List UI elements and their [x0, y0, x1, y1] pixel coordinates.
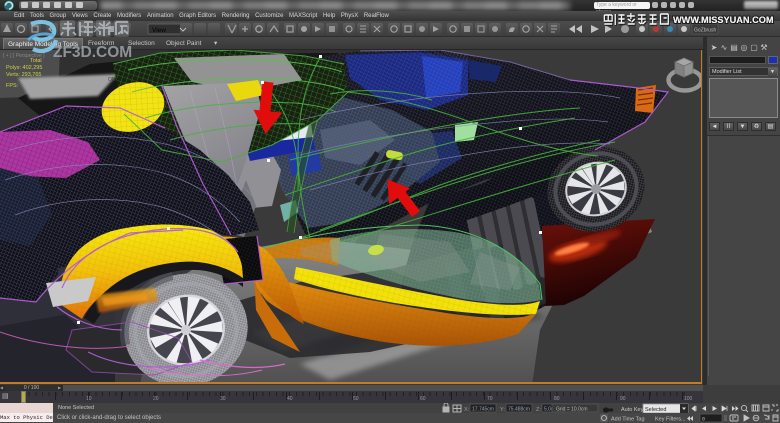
svg-text:Polys: 402,295: Polys: 402,295	[6, 65, 42, 71]
svg-text:FPS:: FPS:	[6, 83, 19, 89]
svg-text:GoZbrush: GoZbrush	[694, 28, 716, 34]
svg-text:Key Filters...: Key Filters...	[655, 417, 686, 423]
svg-text:0: 0	[702, 417, 705, 423]
svg-text:WWW.MISSYUAN.COM: WWW.MISSYUAN.COM	[673, 15, 774, 25]
svg-text:Grid = 10.0cm: Grid = 10.0cm	[556, 407, 588, 413]
svg-text:17.745cm: 17.745cm	[472, 407, 494, 413]
svg-text:ZF3D.COM: ZF3D.COM	[53, 44, 132, 60]
svg-text:75.488cm: 75.488cm	[508, 407, 530, 413]
svg-text:Verts: 293,765: Verts: 293,765	[6, 72, 41, 78]
svg-text:Add Time Tag: Add Time Tag	[611, 417, 645, 423]
